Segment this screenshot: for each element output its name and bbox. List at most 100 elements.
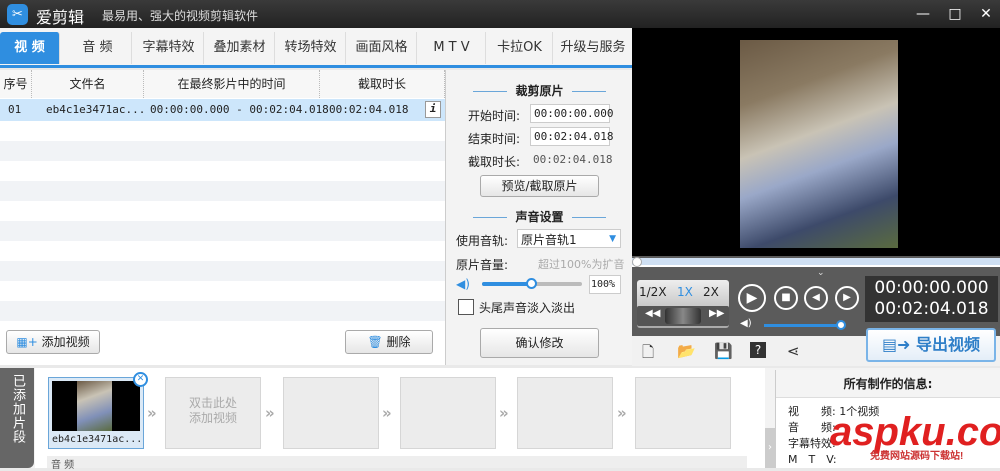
maximize-button[interactable]: □ (945, 4, 965, 24)
duration-label: 截取时长: (468, 155, 521, 169)
preview-crop-button[interactable]: 预览/截取原片 (480, 175, 599, 197)
trash-icon: 🗑 (367, 335, 387, 349)
empty-clip-slot[interactable] (400, 377, 496, 449)
video-preview[interactable] (632, 28, 1000, 256)
play-button[interactable]: ▶ (738, 284, 766, 312)
end-time-input[interactable]: 00:02:04.018 (530, 127, 613, 146)
volume-slider-handle[interactable] (526, 278, 537, 289)
progress-bar[interactable] (632, 257, 1000, 267)
speed-half[interactable]: 1/2X (639, 285, 667, 299)
jog-handle[interactable] (665, 308, 701, 324)
fade-checkbox[interactable] (458, 299, 474, 315)
player-volume-handle[interactable] (836, 320, 846, 330)
start-time-input[interactable]: 00:00:00.000 (530, 104, 613, 123)
delete-label: 删除 (386, 335, 411, 349)
arrow-icon: » (617, 404, 627, 422)
table-row[interactable]: 01 eb4c1e3471ac... 00:00:00.000 - 00:02:… (0, 99, 445, 121)
speed-2x[interactable]: 2X (703, 285, 719, 299)
next-frame-button[interactable]: ▶ (835, 286, 859, 310)
added-clips-text: 已添加片段 (10, 374, 25, 444)
speaker-icon: ◀) (456, 277, 470, 291)
clip-track: eb4c1e3471ac... ✕ » 双击此处 添加视频 » » » » 音 … (35, 368, 765, 471)
track-label: 使用音轨: (456, 234, 509, 248)
empty-row (0, 141, 445, 161)
chevron-down-icon[interactable]: ⌄ (817, 268, 825, 278)
col-filename[interactable]: 文件名 (32, 70, 144, 98)
speed-1x[interactable]: 1X (677, 285, 693, 299)
fast-forward-icon[interactable]: ▶▶ (709, 308, 724, 319)
added-clips-label: 已添加片段 (0, 368, 34, 468)
add-video-button[interactable]: ▦+ 添加视频 (6, 330, 100, 354)
clip-thumbnail[interactable]: eb4c1e3471ac... ✕ (48, 372, 148, 449)
tab-transition[interactable]: 转场特效 (276, 32, 346, 64)
empty-clip-slot[interactable] (283, 377, 379, 449)
app-subtitle: 最易用、强大的视频剪辑软件 (102, 9, 259, 23)
clip-settings-panel: 裁剪原片 开始时间: 00:00:00.000 结束时间: 00:02:04.0… (445, 70, 632, 365)
remove-clip-icon[interactable]: ✕ (133, 372, 148, 387)
confirm-button[interactable]: 确认修改 (480, 328, 599, 358)
tab-subtitle[interactable]: 字幕特效 (134, 32, 204, 64)
tab-video[interactable]: 视 频 (0, 32, 60, 64)
volume-label: 原片音量: (456, 258, 509, 272)
progress-handle[interactable] (632, 257, 642, 267)
col-duration[interactable]: 截取时长 (320, 70, 445, 98)
delete-button[interactable]: 🗑 删除 (345, 330, 433, 354)
total-time: 00:02:04.018 (874, 299, 989, 319)
tab-upgrade[interactable]: 升级与服务 (554, 32, 632, 64)
clip-name: eb4c1e3471ac... (52, 434, 143, 445)
tab-mtv[interactable]: M T V (418, 32, 486, 64)
rewind-icon[interactable]: ◀◀ (645, 308, 660, 319)
close-button[interactable]: ✕ (976, 4, 996, 24)
tab-karaoke[interactable]: 卡拉OK (487, 32, 553, 64)
help-icon[interactable]: ? (750, 342, 766, 358)
open-folder-icon[interactable]: 📂 (677, 342, 696, 360)
share-icon[interactable]: ⋖ (787, 342, 800, 360)
track-select[interactable]: 原片音轨1 ▼ (517, 229, 621, 248)
expand-icon[interactable]: › (765, 428, 775, 468)
cell-filename: eb4c1e3471ac... (46, 103, 146, 116)
volume-value[interactable]: 100% (589, 275, 621, 294)
clip-image (52, 381, 140, 431)
previous-frame-button[interactable]: ◀ (804, 286, 828, 310)
empty-clip-slot[interactable] (635, 377, 731, 449)
empty-row (0, 261, 445, 281)
end-time-label: 结束时间: (468, 132, 521, 146)
arrow-icon: » (147, 404, 157, 422)
save-icon[interactable]: 💾 (714, 342, 733, 360)
tab-overlay[interactable]: 叠加素材 (205, 32, 275, 64)
empty-row (0, 181, 445, 201)
export-icon: ▤➜ (881, 335, 917, 354)
audio-section-title: 声音设置 (446, 208, 633, 225)
title-bar: ✂ 爱剪辑 最易用、强大的视频剪辑软件 — □ ✕ (0, 0, 1000, 28)
audio-track[interactable]: 音 频 (47, 456, 747, 471)
col-time[interactable]: 在最终影片中的时间 (144, 70, 320, 98)
start-time-label: 开始时间: (468, 109, 521, 123)
new-project-icon[interactable]: 🗋 (642, 342, 654, 367)
time-display: 00:00:00.000 00:02:04.018 (865, 276, 998, 322)
export-video-button[interactable]: ▤➜ 导出视频 (866, 328, 996, 362)
empty-clip-slot[interactable] (517, 377, 613, 449)
col-index[interactable]: 序号 (0, 70, 32, 98)
speaker-icon: ◀) (740, 318, 752, 329)
speed-selector: 1/2X 1X 2X ◀◀ ▶▶ (637, 280, 729, 328)
add-video-placeholder[interactable]: 双击此处 添加视频 (165, 377, 261, 449)
cell-duration: 00:02:04.018 (329, 103, 409, 116)
player-volume-slider[interactable] (764, 320, 846, 330)
minimize-button[interactable]: — (913, 4, 933, 24)
add-video-label: 添加视频 (41, 335, 90, 349)
duration-value: 00:02:04.018 (533, 153, 613, 166)
app-logo-icon: ✂ (7, 4, 28, 25)
tab-audio[interactable]: 音 频 (64, 32, 132, 64)
jog-wheel[interactable]: ◀◀ ▶▶ (637, 306, 729, 326)
current-time: 00:00:00.000 (874, 278, 989, 298)
clip-list-panel: 序号 文件名 在最终影片中的时间 截取时长 01 eb4c1e3471ac...… (0, 70, 445, 365)
cell-range: 00:00:00.000 - 00:02:04.018 (150, 103, 329, 116)
stop-button[interactable]: ■ (774, 286, 798, 310)
volume-slider[interactable] (482, 278, 582, 289)
tab-style[interactable]: 画面风格 (347, 32, 417, 64)
fade-label: 头尾声音淡入淡出 (479, 301, 576, 315)
info-icon[interactable]: i (425, 101, 441, 118)
app-title: 爱剪辑 (36, 8, 85, 27)
arrow-icon: » (265, 404, 275, 422)
film-add-icon: ▦+ (16, 335, 42, 349)
